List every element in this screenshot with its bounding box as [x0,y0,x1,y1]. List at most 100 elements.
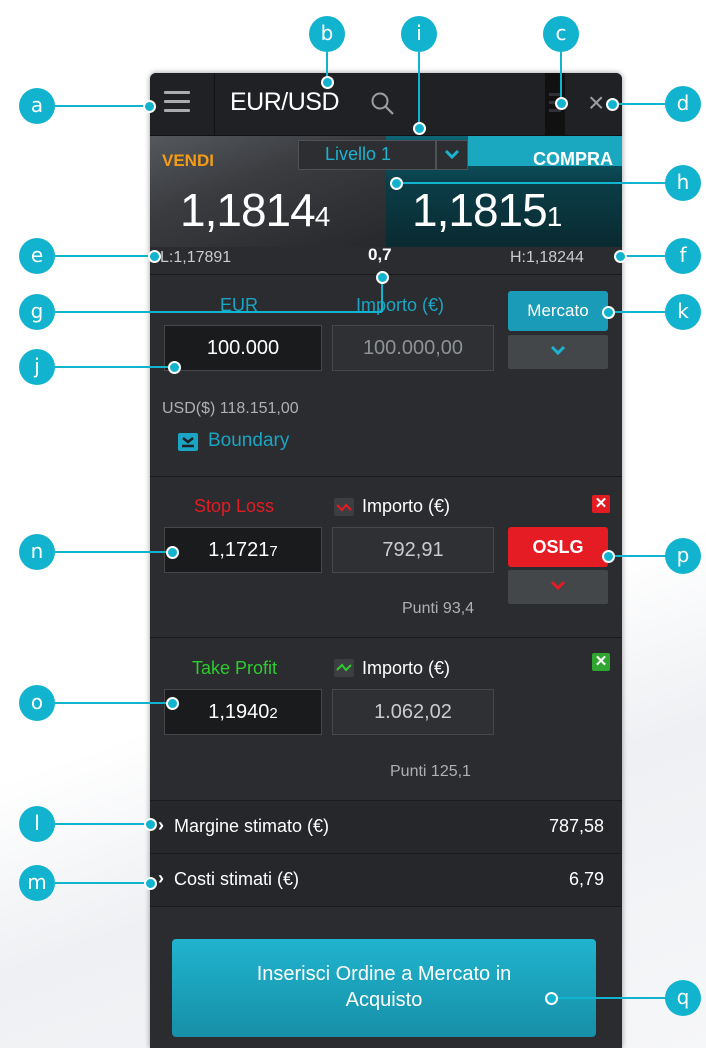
callout-dot [166,697,179,710]
callout-i: i [401,16,437,52]
margin-row[interactable]: › Margine stimato (€) 787,58 [150,800,622,853]
divider [150,637,622,638]
callout-dot [602,306,615,319]
callout-dot [166,546,179,559]
stop-loss-label: Stop Loss [194,496,275,516]
callout-line [622,255,667,257]
close-icon[interactable]: × [588,87,604,119]
callout-dot [321,76,334,89]
trend-down-icon[interactable] [334,498,354,516]
usd-value: USD($) 118.151,00 [162,400,299,417]
callout-line [418,52,420,124]
callout-line [55,105,150,107]
header-divider [214,73,215,135]
margin-value: 787,58 [548,816,604,836]
callout-dot [602,550,615,563]
callout-l: l [19,806,55,842]
costs-value: 6,79 [568,869,604,889]
place-order-button[interactable]: Inserisci Ordine a Mercato in Acquisto [172,939,596,1037]
callout-a: a [19,88,55,124]
callout-n: n [19,534,55,570]
stop-price-input[interactable]: 1,17217 [164,527,322,573]
callout-m: m [19,865,55,901]
low-price: L:1,17891 [160,249,232,266]
callout-dot [614,250,627,263]
buy-label: COMPRA [533,149,613,169]
callout-dot [555,97,568,110]
spread: 0,7 [368,245,392,264]
callout-dot [144,818,157,831]
sell-price[interactable]: 1,18144 [180,183,330,237]
callout-g: g [19,294,55,330]
stop-type-dropdown[interactable] [508,570,608,604]
callout-b: b [309,16,345,52]
ticket-header: EUR/USD × [150,73,622,136]
callout-dot [143,100,156,113]
callout-k: k [665,294,701,330]
callout-line [55,882,151,884]
profit-amount-input[interactable]: 1.062,02 [332,689,494,735]
boundary-link[interactable]: Boundary [208,430,289,452]
profit-price-input[interactable]: 1,19402 [164,689,322,735]
costs-row[interactable]: › Costi stimati (€) 6,79 [150,853,622,907]
level-dropdown[interactable] [436,140,468,170]
buy-price[interactable]: 1,18151 [412,183,562,237]
order-type-dropdown[interactable] [508,335,608,369]
callout-dot [545,992,558,1005]
callout-j: j [19,349,55,385]
costs-label: Costi stimati (€) [174,869,300,889]
search-icon[interactable] [370,91,396,117]
margin-label: Margine stimato (€) [174,816,330,836]
callout-dot [168,361,181,374]
callout-dot [606,98,619,111]
callout-dot [148,250,161,263]
boundary-toggle-icon[interactable] [178,433,198,451]
sell-label: VENDI [162,151,214,170]
callout-line [55,823,151,825]
quantity-input[interactable]: 100.000 [164,325,322,371]
callout-dot [144,877,157,890]
divider [150,476,622,477]
callout-line [608,311,667,313]
profit-amount-label: Importo (€) [362,658,451,678]
oslg-button[interactable]: OSLG [508,527,608,567]
stop-amount-label: Importo (€) [362,496,451,516]
profit-points: Punti 125,1 [390,763,471,780]
chevron-down-icon [444,149,460,160]
callout-h: h [665,165,701,201]
remove-stop-icon[interactable]: ✕ [592,495,610,513]
menu-icon[interactable] [164,91,190,115]
remove-profit-icon[interactable]: ✕ [592,653,610,671]
callout-line [55,366,175,368]
amount-input[interactable]: 100.000,00 [332,325,494,371]
callout-dot [390,177,403,190]
callout-o: o [19,685,55,721]
level-selector[interactable]: Livello 1 [298,140,436,170]
chevron-right-icon: › [158,815,164,835]
chevron-down-icon [550,580,566,591]
callout-dot [413,122,426,135]
high-price: H:1,18244 [510,249,584,266]
callout-e: e [19,238,55,274]
callout-line [560,52,562,100]
callout-f: f [665,238,701,274]
take-profit-label: Take Profit [192,658,278,678]
callout-line [552,997,667,999]
deal-ticket: EUR/USD × VENDI COMPRA Livello 1 1,18144… [150,73,622,1048]
callout-line [55,702,173,704]
place-order-line2: Acquisto [345,989,423,1011]
chevron-down-icon [550,345,566,356]
stop-points: Punti 93,4 [402,600,475,617]
chevron-right-icon: › [158,868,164,888]
callout-q: q [665,980,701,1016]
callout-line [397,182,667,184]
callout-dot [376,271,389,284]
stop-amount-input[interactable]: 792,91 [332,527,494,573]
order-type-button[interactable]: Mercato [508,291,608,331]
instrument-name[interactable]: EUR/USD [230,88,340,117]
callout-d: d [665,86,701,122]
callout-line [608,555,667,557]
callout-line [55,311,382,313]
trend-up-icon[interactable] [334,659,354,677]
level-label: Livello 1 [325,144,392,164]
